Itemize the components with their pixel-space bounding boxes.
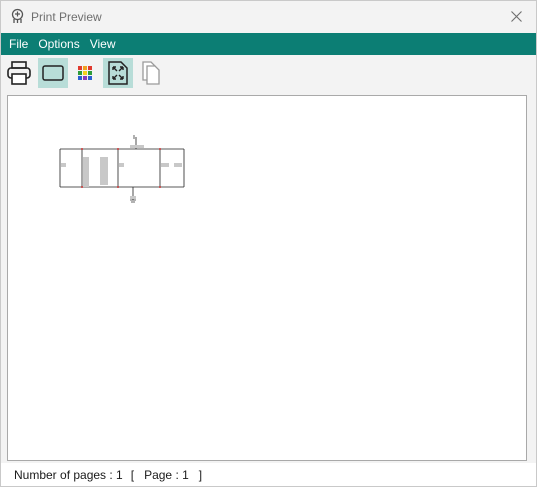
printer-icon — [7, 61, 31, 85]
current-page: Page : 1 — [144, 467, 189, 482]
menu-options[interactable]: Options — [33, 33, 84, 55]
toolbar — [1, 55, 536, 93]
status-bar: Number of pages : 1 [ Page : 1 ] — [1, 463, 536, 486]
color-grid-icon — [78, 66, 92, 80]
menu-file[interactable]: File — [4, 33, 33, 55]
multi-page-icon — [142, 61, 160, 85]
bracket-open: [ — [130, 467, 135, 482]
color-button[interactable] — [70, 58, 100, 88]
close-icon — [510, 11, 522, 22]
preview-area[interactable] — [7, 95, 527, 461]
menu-bar: File Options View — [1, 33, 536, 55]
window-title: Print Preview — [31, 10, 102, 24]
bracket-close: ] — [198, 467, 203, 482]
pages-count: Number of pages : 1 — [14, 467, 123, 482]
menu-view[interactable]: View — [85, 33, 121, 55]
fit-page-icon — [108, 61, 128, 85]
print-preview-window: Print Preview File Options View Number o… — [0, 0, 537, 487]
circuit-schematic-thumbnail — [59, 135, 185, 203]
print-preview-app-icon — [11, 8, 24, 23]
title-bar: Print Preview — [1, 1, 536, 33]
page-frame-icon — [42, 65, 64, 81]
multi-page-button[interactable] — [136, 58, 166, 88]
print-button[interactable] — [4, 58, 34, 88]
page-frame-button[interactable] — [38, 58, 68, 88]
fit-page-button[interactable] — [103, 58, 133, 88]
close-button[interactable] — [496, 1, 536, 32]
